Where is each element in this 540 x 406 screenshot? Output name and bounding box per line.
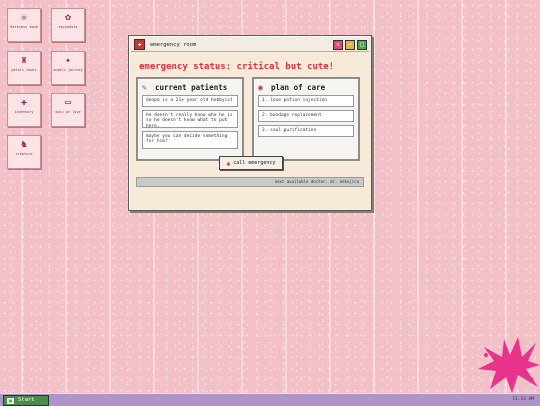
siren-icon: ▲ [226,159,231,167]
window-status-bar: next available doctor: dr. nekojiru [136,177,364,187]
plan-item: 1. love potion injection [258,95,354,107]
patient-note: maybe you can decide something for him? [142,130,238,149]
tower-icon: ♜ [20,55,28,66]
start-button[interactable]: ▦ Start [3,395,49,406]
syringe-icon: ✎ [142,83,147,92]
patient-note: he doesn't really know who he is so he d… [142,109,238,129]
desktop-icon-ebyyadate[interactable]: ✿ ebyyadate [51,8,85,42]
sparkle-icon: ✦ [64,55,72,66]
desktop-icon-angels-journey[interactable]: ✦ angels journey [51,51,85,85]
call-emergency-button[interactable]: ▲ call emergency [219,156,283,170]
gear-icon: ✿ [64,12,72,23]
desktop-icon-quiz-of-love[interactable]: ▭ quiz of love [51,93,85,127]
minimize-button[interactable]: − [345,39,355,50]
call-emergency-label: call emergency [233,160,276,166]
desktop-icon-inventory[interactable]: ✚ inventory [7,93,41,127]
emergency-room-icon: ✚ [134,39,145,50]
start-label: Start [18,397,35,403]
current-patients-panel: ✎ current patients denpa is a 21+ year o… [136,77,244,161]
emergency-status: emergency status: critical but cute! [139,62,335,72]
taskbar-clock: 11:13 AM [512,397,534,402]
taskbar: ▦ Start 11:13 AM [0,393,540,406]
decorative-splat [478,337,540,393]
plan-item: 3. soul purification [258,125,354,137]
current-patients-heading: current patients [155,83,228,92]
plan-item: 2. bandage replacement [258,110,354,122]
eye-icon: ◉ [258,83,263,92]
desktop-icon-petals-tower[interactable]: ♜ petals tower [7,51,41,85]
start-icon: ▦ [7,397,14,404]
desktop-icon-darkness-tomb[interactable]: ☠ darkness tomb [7,8,41,42]
maximize-button[interactable]: □ [357,39,367,50]
pills-icon: ✚ [20,97,28,108]
skull-icon: ☠ [20,12,28,23]
desktop-icon-creature[interactable]: ♞ creature [7,135,41,169]
close-button[interactable]: ✕ [333,39,343,50]
plan-of-care-panel: ◉ plan of care 1. love potion injection … [252,77,360,161]
window-title: emergency room [150,41,197,48]
bat-icon: ♞ [20,139,28,150]
card-icon: ▭ [64,97,72,108]
plan-of-care-heading: plan of care [271,83,326,92]
window-titlebar[interactable]: ✚ emergency room ✕ − □ [131,38,369,52]
patient-note: denpa is a 21+ year old hobbyist [142,95,238,107]
emergency-room-window: ✚ emergency room ✕ − □ emergency status:… [128,35,372,211]
